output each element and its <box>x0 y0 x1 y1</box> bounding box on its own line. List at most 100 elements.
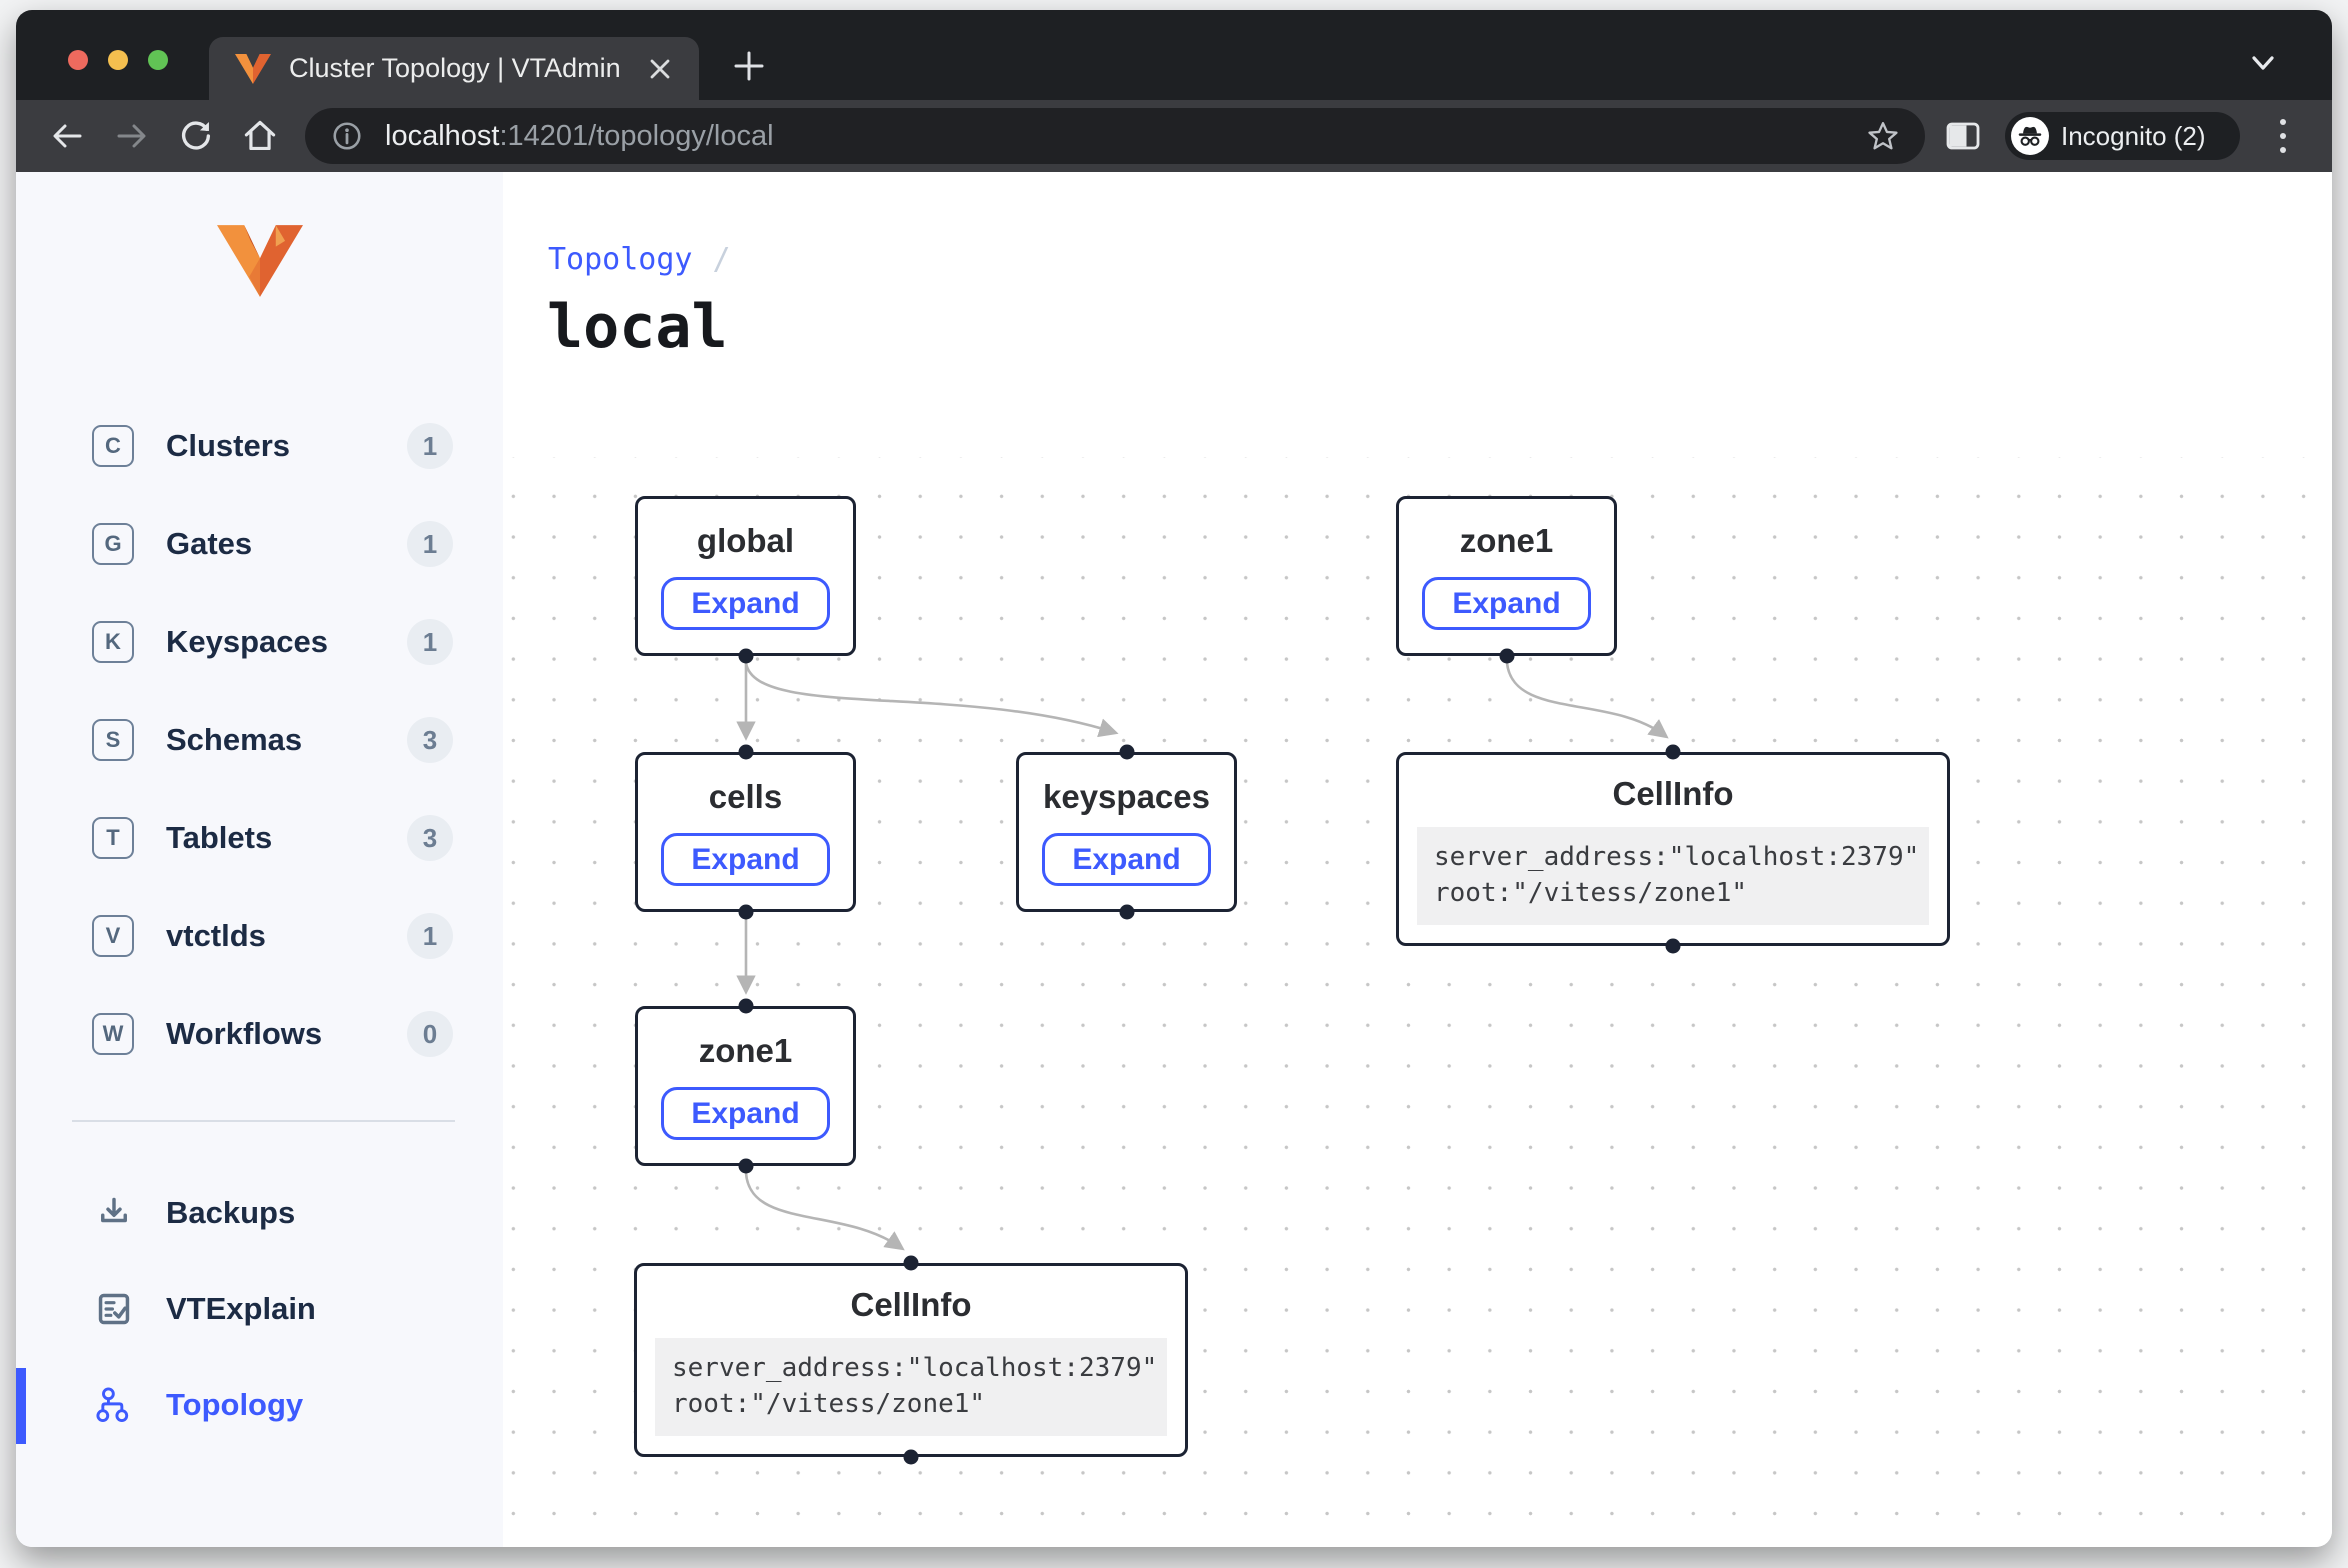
reload-button[interactable] <box>174 114 218 158</box>
incognito-avatar <box>2011 117 2049 155</box>
new-tab-button[interactable] <box>721 38 777 94</box>
page-title: local <box>547 292 728 362</box>
bookmark-star-icon[interactable] <box>1867 121 1899 151</box>
window-controls <box>68 50 168 70</box>
node-title: cells <box>709 778 782 816</box>
count-badge: 3 <box>407 815 453 861</box>
close-tab-icon[interactable] <box>647 56 673 82</box>
minimize-window-button[interactable] <box>108 50 128 70</box>
vitess-favicon <box>235 54 271 84</box>
port <box>739 745 754 760</box>
count-badge: 1 <box>407 521 453 567</box>
sidebar-item-label: Tablets <box>166 820 272 856</box>
address-bar[interactable]: localhost:14201/topology/local <box>305 108 1925 164</box>
side-panel-icon <box>1946 121 1980 151</box>
port <box>739 999 754 1014</box>
node-title: keyspaces <box>1043 778 1210 816</box>
node-zone1-right[interactable]: zone1 Expand <box>1396 496 1617 656</box>
node-title: global <box>697 522 794 560</box>
sidebar-item-vtexplain[interactable]: VTExplain <box>16 1261 503 1357</box>
url-path: :14201/topology/local <box>499 120 773 152</box>
sidebar-divider <box>72 1120 455 1122</box>
count-badge: 1 <box>407 913 453 959</box>
code-line: root:"/vitess/zone1" <box>672 1389 985 1419</box>
port <box>1120 745 1135 760</box>
vtadmin-app: C Clusters 1 G Gates 1 K Keyspaces 1 S S… <box>16 172 2332 1547</box>
sidebar-item-topology[interactable]: Topology <box>16 1357 503 1453</box>
node-keyspaces[interactable]: keyspaces Expand <box>1016 752 1237 912</box>
plus-icon <box>732 49 766 83</box>
tab-search-button[interactable] <box>2246 54 2280 79</box>
active-nav-indicator <box>16 1368 26 1444</box>
expand-button[interactable]: Expand <box>1422 577 1590 630</box>
count-badge: 1 <box>407 423 453 469</box>
port <box>904 1256 919 1271</box>
sidebar: C Clusters 1 G Gates 1 K Keyspaces 1 S S… <box>16 172 503 1547</box>
browser-window: Cluster Topology | VTAdmin <box>16 10 2332 1547</box>
vtctlds-icon: V <box>92 915 134 957</box>
count-badge: 1 <box>407 619 453 665</box>
browser-menu-button[interactable] <box>2261 114 2305 158</box>
browser-tab[interactable]: Cluster Topology | VTAdmin <box>209 37 699 100</box>
close-window-button[interactable] <box>68 50 88 70</box>
port <box>904 1450 919 1465</box>
sidebar-item-workflows[interactable]: W Workflows 0 <box>16 985 503 1083</box>
schemas-icon: S <box>92 719 134 761</box>
sidebar-item-clusters[interactable]: C Clusters 1 <box>16 397 503 495</box>
breadcrumb-topology-link[interactable]: Topology <box>548 242 693 277</box>
sidebar-item-gates[interactable]: G Gates 1 <box>16 495 503 593</box>
code-line: server_address:"localhost:2379" <box>672 1353 1157 1383</box>
port <box>739 905 754 920</box>
node-cells[interactable]: cells Expand <box>635 752 856 912</box>
sidebar-item-keyspaces[interactable]: K Keyspaces 1 <box>16 593 503 691</box>
sidebar-item-vtctlds[interactable]: V vtctlds 1 <box>16 887 503 985</box>
incognito-badge: Incognito (2) <box>2005 112 2240 160</box>
sidebar-item-label: Clusters <box>166 428 290 464</box>
tab-strip: Cluster Topology | VTAdmin <box>16 10 2332 100</box>
forward-button[interactable] <box>110 114 154 158</box>
sidebar-item-label: Gates <box>166 526 252 562</box>
topology-graph-icon <box>92 1386 136 1424</box>
port <box>739 649 754 664</box>
incognito-icon <box>2016 123 2044 149</box>
expand-button[interactable]: Expand <box>661 833 829 886</box>
expand-button[interactable]: Expand <box>661 1087 829 1140</box>
tablets-icon: T <box>92 817 134 859</box>
node-cellinfo-bottom[interactable]: CellInfo server_address:"localhost:2379"… <box>634 1263 1188 1457</box>
expand-button[interactable]: Expand <box>661 577 829 630</box>
expand-button[interactable]: Expand <box>1042 833 1210 886</box>
port <box>1666 939 1681 954</box>
port <box>739 1159 754 1174</box>
back-button[interactable] <box>45 114 89 158</box>
node-title: zone1 <box>699 1032 793 1070</box>
topology-canvas[interactable]: global Expand zone1 Expand cells Expand … <box>503 457 2325 1547</box>
code-line: root:"/vitess/zone1" <box>1434 878 1747 908</box>
node-cellinfo-right[interactable]: CellInfo server_address:"localhost:2379"… <box>1396 752 1950 946</box>
node-global[interactable]: global Expand <box>635 496 856 656</box>
url-text[interactable]: localhost:14201/topology/local <box>385 120 1845 153</box>
main-content: Topology/ local <box>503 172 2332 1547</box>
sidebar-item-backups[interactable]: Backups <box>16 1165 503 1261</box>
sidebar-item-schemas[interactable]: S Schemas 3 <box>16 691 503 789</box>
keyspaces-icon: K <box>92 621 134 663</box>
count-badge: 3 <box>407 717 453 763</box>
clusters-icon: C <box>92 425 134 467</box>
document-check-icon <box>92 1290 136 1328</box>
zoom-window-button[interactable] <box>148 50 168 70</box>
sidebar-item-label: VTExplain <box>166 1291 316 1327</box>
url-host: localhost <box>385 120 499 152</box>
node-zone1-left[interactable]: zone1 Expand <box>635 1006 856 1166</box>
sidebar-item-tablets[interactable]: T Tablets 3 <box>16 789 503 887</box>
sidebar-nav: C Clusters 1 G Gates 1 K Keyspaces 1 S S… <box>16 397 503 1083</box>
sidebar-item-label: vtctlds <box>166 918 266 954</box>
cellinfo-code: server_address:"localhost:2379" root:"/v… <box>1417 827 1929 925</box>
back-icon <box>49 120 85 152</box>
port <box>1666 745 1681 760</box>
tab-title: Cluster Topology | VTAdmin <box>289 53 629 84</box>
cellinfo-code: server_address:"localhost:2379" root:"/v… <box>655 1338 1167 1436</box>
count-badge: 0 <box>407 1011 453 1057</box>
site-info-icon[interactable] <box>331 120 363 152</box>
browser-toolbar: localhost:14201/topology/local <box>16 100 2332 172</box>
home-button[interactable] <box>238 114 282 158</box>
side-panel-button[interactable] <box>1941 114 1985 158</box>
